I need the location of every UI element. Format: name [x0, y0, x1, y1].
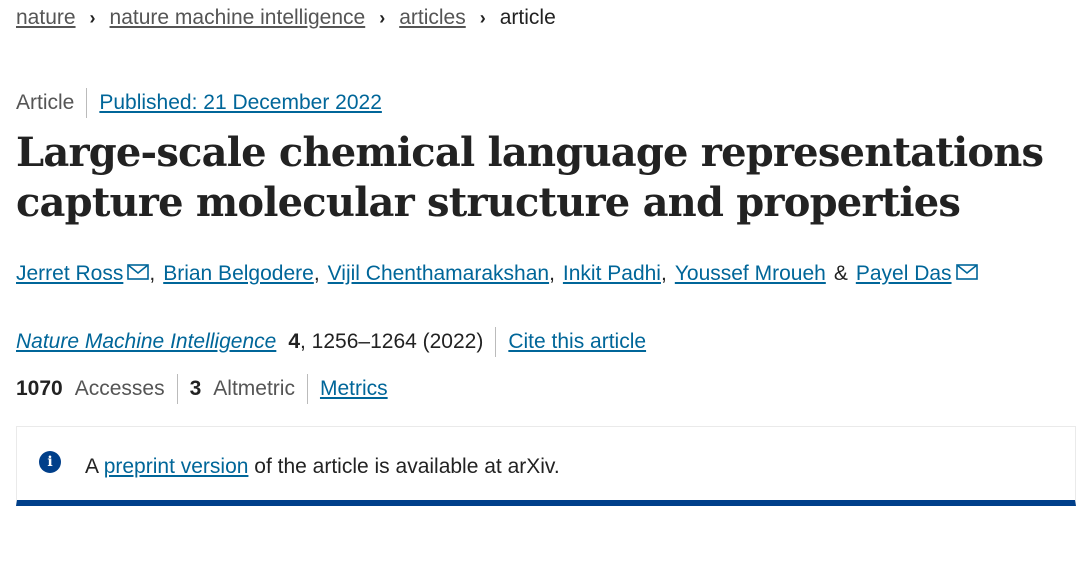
breadcrumb-link-nature[interactable]: nature — [16, 6, 76, 30]
envelope-icon[interactable] — [955, 262, 978, 286]
volume: 4 — [288, 330, 301, 353]
title-line-1: Large-scale chemical language representa… — [16, 129, 1044, 176]
article-meta: Article Published: 21 December 2022 — [16, 88, 382, 118]
author-link[interactable]: Payel Das — [856, 262, 952, 286]
notice-text: A preprint version of the article is ava… — [85, 455, 560, 478]
author-link[interactable]: Youssef Mroueh — [675, 262, 826, 286]
altmetric-label: Altmetric — [213, 377, 295, 400]
published-date-link[interactable]: Published: 21 December 2022 — [99, 91, 382, 115]
divider — [306, 374, 308, 404]
altmetric-score: 3 — [189, 377, 202, 400]
chevron-right-icon: › — [479, 7, 486, 28]
accesses-label: Accesses — [74, 377, 165, 400]
author-list: Jerret Ross , Brian Belgodere , Vijil Ch… — [16, 262, 978, 286]
info-icon: i — [39, 451, 61, 473]
article-title: Large-scale chemical language representa… — [16, 128, 1066, 228]
citation-line: Nature Machine Intelligence 4 , 1256–126… — [16, 327, 646, 357]
pages-year: , 1256–1264 (2022) — [300, 330, 484, 353]
divider — [86, 88, 88, 118]
article-metrics: 1070 Accesses 3 Altmetric Metrics — [16, 374, 388, 404]
accesses-count: 1070 — [16, 377, 63, 400]
journal-link[interactable]: Nature Machine Intelligence — [16, 330, 276, 354]
ampersand: & — [833, 262, 848, 285]
cite-this-article-link[interactable]: Cite this article — [508, 330, 646, 354]
title-line-2: capture molecular structure and properti… — [16, 179, 961, 226]
metrics-link[interactable]: Metrics — [320, 377, 388, 401]
breadcrumb-current: article — [499, 6, 556, 29]
chevron-right-icon: › — [89, 7, 96, 28]
divider — [176, 374, 178, 404]
author-link[interactable]: Vijil Chenthamarakshan — [328, 262, 549, 286]
author-link[interactable]: Inkit Padhi — [563, 262, 661, 286]
preprint-notice: i A preprint version of the article is a… — [16, 426, 1076, 506]
preprint-version-link[interactable]: preprint version — [104, 455, 249, 478]
divider — [495, 327, 497, 357]
author-link[interactable]: Brian Belgodere — [163, 262, 314, 286]
breadcrumb-link-journal[interactable]: nature machine intelligence — [110, 6, 366, 30]
breadcrumb: nature › nature machine intelligence › a… — [16, 6, 556, 30]
article-type: Article — [16, 91, 75, 114]
author-link[interactable]: Jerret Ross — [16, 262, 123, 286]
chevron-right-icon: › — [379, 7, 386, 28]
envelope-icon[interactable] — [127, 262, 150, 286]
breadcrumb-link-articles[interactable]: articles — [399, 6, 466, 30]
